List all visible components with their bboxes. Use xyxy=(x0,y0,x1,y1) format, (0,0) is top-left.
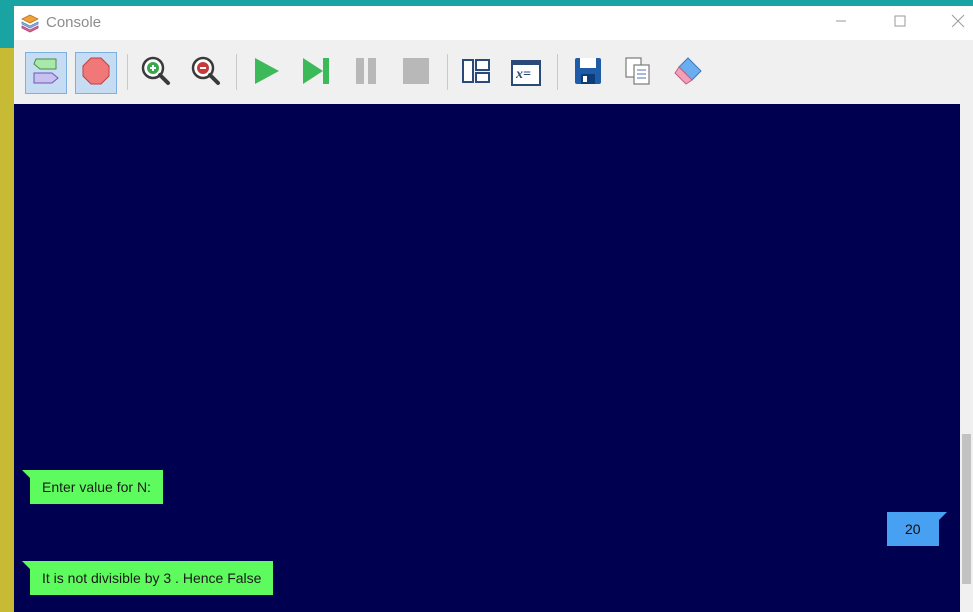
zoom-out-button[interactable] xyxy=(185,52,227,94)
stack-layers-icon xyxy=(20,13,40,33)
scrollbar-thumb[interactable] xyxy=(962,434,971,584)
vertical-scrollbar[interactable] xyxy=(960,104,973,612)
zoom-out-icon xyxy=(190,55,222,92)
pause-button[interactable] xyxy=(345,52,387,94)
step-button[interactable] xyxy=(295,52,337,94)
close-button[interactable] xyxy=(943,8,973,38)
step-icon xyxy=(300,55,332,92)
toolbar-separator xyxy=(236,54,237,90)
toolbar-separator xyxy=(557,54,558,90)
zoom-in-button[interactable] xyxy=(135,52,177,94)
run-icon xyxy=(250,55,282,92)
console-input-message: 20 xyxy=(887,512,947,546)
minimize-icon xyxy=(835,14,847,32)
variables-icon: x= xyxy=(510,57,542,89)
toolbar: x= xyxy=(14,40,973,104)
toolbar-separator xyxy=(127,54,128,90)
save-icon xyxy=(572,55,604,92)
console-output[interactable]: Enter value for N: 20 It is not divisibl… xyxy=(14,104,960,612)
run-button[interactable] xyxy=(245,52,287,94)
variables-icon-label: x= xyxy=(516,67,531,82)
pause-icon xyxy=(350,55,382,92)
console-output-message: It is not divisible by 3 . Hence False xyxy=(21,561,274,595)
variables-button[interactable]: x= xyxy=(505,52,547,94)
eraser-button[interactable] xyxy=(667,52,709,94)
layout-button[interactable] xyxy=(455,52,497,94)
close-icon xyxy=(951,14,965,33)
window-title: Console xyxy=(46,14,102,31)
maximize-icon xyxy=(894,14,906,32)
flowchart-mode-button[interactable] xyxy=(25,52,67,94)
stop-icon xyxy=(400,55,432,92)
toolbar-separator xyxy=(447,54,448,90)
save-button[interactable] xyxy=(567,52,609,94)
maximize-button[interactable] xyxy=(885,8,915,38)
stop-sign-button[interactable] xyxy=(75,52,117,94)
minimize-button[interactable] xyxy=(826,8,856,38)
title-bar: Console xyxy=(14,6,973,40)
copy-button[interactable] xyxy=(617,52,659,94)
desktop-edge xyxy=(0,48,14,612)
flowchart-mode-icon xyxy=(30,55,62,92)
console-output-message: Enter value for N: xyxy=(22,470,163,504)
console-window: Console x= Enter value for N: 20 It is n… xyxy=(14,6,973,612)
stop-sign-icon xyxy=(80,55,112,92)
zoom-in-icon xyxy=(140,55,172,92)
copy-icon xyxy=(622,55,654,92)
stop-button[interactable] xyxy=(395,52,437,94)
layout-icon xyxy=(460,55,492,92)
eraser-icon xyxy=(672,55,704,92)
